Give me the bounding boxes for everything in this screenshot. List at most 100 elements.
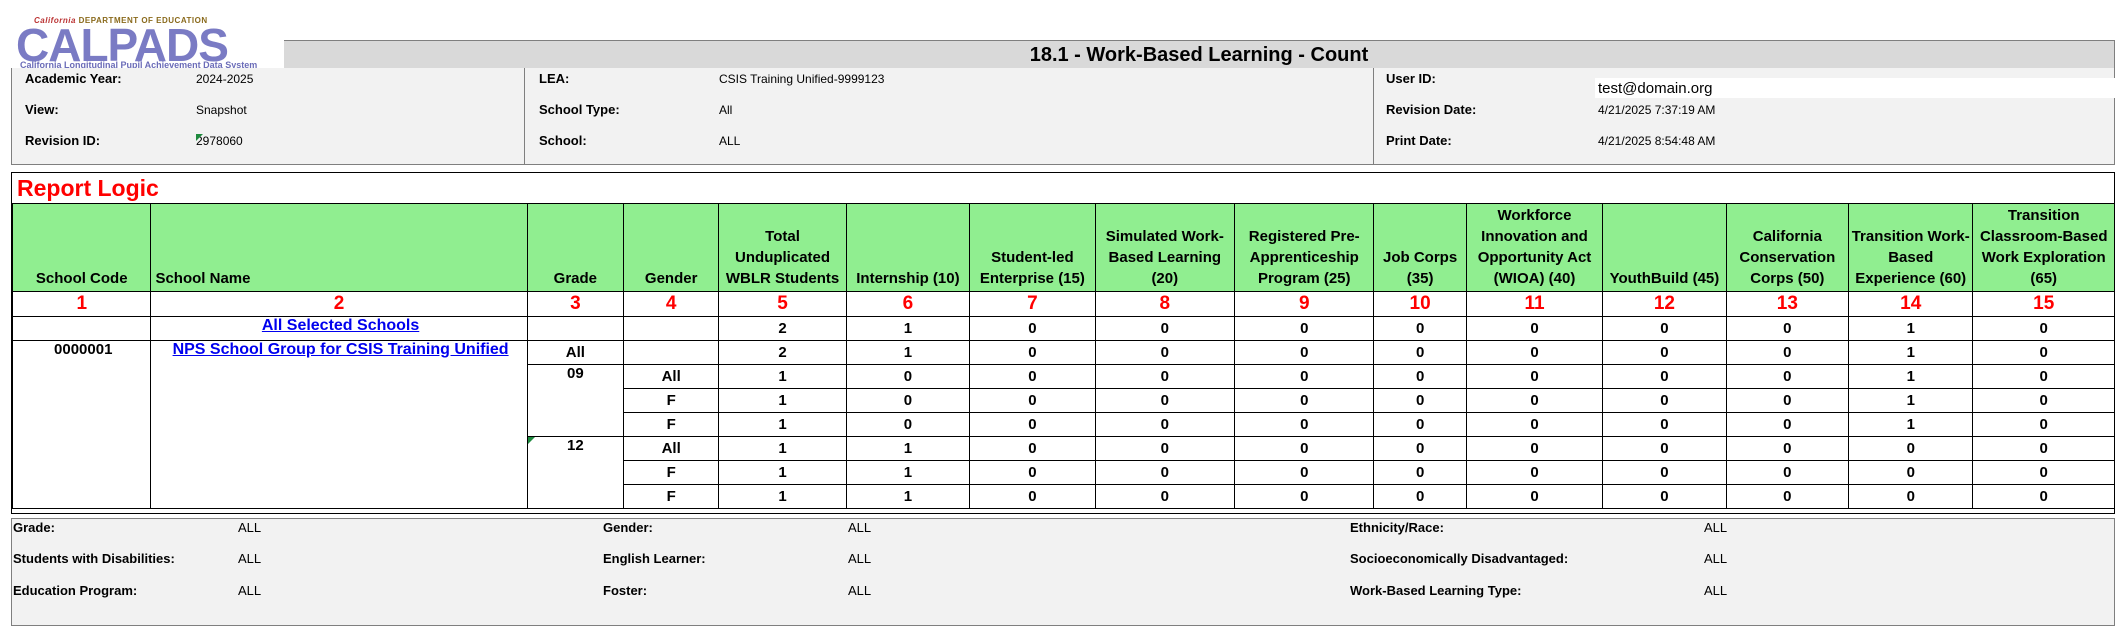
- report-title-bar: 18.1 - Work-Based Learning - Count: [284, 40, 2115, 69]
- col-number: 7: [969, 291, 1096, 317]
- value-cell: 0: [1972, 436, 2115, 461]
- value-cell: 0: [1373, 316, 1467, 341]
- col-number: 1: [11, 291, 152, 317]
- value-cell: 0: [1972, 364, 2115, 389]
- column-number-row: 1 2 3 4 5 6 7 8 9 10 11 12 13 14 15: [11, 291, 2115, 317]
- value-cell: 0: [1972, 412, 2115, 437]
- col-number: 13: [1725, 291, 1850, 317]
- table-row: 0000001 NPS School Group for CSIS Traini…: [11, 340, 2115, 509]
- value-cell: 2: [718, 340, 847, 365]
- value-cell: 0: [969, 412, 1096, 437]
- value-cell: 0: [1725, 316, 1850, 341]
- filter-swd-label: Students with Disabilities:: [13, 551, 175, 566]
- value-cell: 0: [1373, 340, 1467, 365]
- value-cell: 2: [718, 316, 847, 341]
- school-label: School:: [539, 133, 587, 148]
- view-value: Snapshot: [196, 103, 247, 117]
- value-cell: 0: [1602, 316, 1727, 341]
- school-name-link[interactable]: NPS School Group for CSIS Training Unifi…: [173, 341, 509, 358]
- value-cell: 0: [1094, 484, 1236, 509]
- value-cell: 0: [1094, 316, 1236, 341]
- filter-grade-label: Grade:: [13, 520, 55, 535]
- filter-edprog-label: Education Program:: [13, 583, 138, 598]
- school-name-cell[interactable]: NPS School Group for CSIS Training Unifi…: [150, 340, 528, 509]
- all-selected-schools-link[interactable]: All Selected Schools: [262, 317, 419, 334]
- value-cell: 0: [1373, 460, 1467, 485]
- filter-wbl-type-label: Work-Based Learning Type:: [1350, 583, 1522, 598]
- value-cell: 0: [1465, 388, 1604, 413]
- grade-cell: 12: [526, 436, 625, 509]
- value-cell: 0: [1602, 460, 1727, 485]
- academic-year-label: Academic Year:: [25, 71, 122, 86]
- value-cell: 0: [1373, 436, 1467, 461]
- filter-sed-value: ALL: [1704, 551, 1728, 566]
- filter-el-value: ALL: [848, 551, 872, 566]
- report-logic-title: Report Logic: [17, 175, 159, 201]
- col-number: 11: [1465, 291, 1604, 317]
- school-type-value: All: [719, 103, 733, 117]
- value-cell: 0: [1234, 388, 1375, 413]
- value-cell: 0: [845, 364, 971, 389]
- grade-cell: [526, 316, 625, 341]
- filter-gender-label: Gender:: [603, 520, 653, 535]
- grade-value: 12: [527, 437, 623, 454]
- value-cell: 0: [969, 316, 1096, 341]
- report-header: Academic Year: 2024-2025 View: Snapshot …: [11, 68, 2123, 165]
- value-cell: 1: [1848, 412, 1974, 437]
- value-cell: 1: [845, 460, 971, 485]
- filter-grade-value: ALL: [238, 520, 262, 535]
- print-date-label: Print Date:: [1386, 133, 1452, 148]
- school-name-cell[interactable]: All Selected Schools: [150, 316, 528, 341]
- col-header: School Name: [150, 203, 528, 292]
- filter-sed-label: Socioeconomically Disadvantaged:: [1350, 551, 1569, 566]
- gender-cell: F: [623, 412, 720, 437]
- value-cell: 0: [1094, 364, 1236, 389]
- report-filters: Grade: ALL Gender: ALL Ethnicity/Race: A…: [11, 518, 2115, 626]
- value-cell: 0: [969, 340, 1096, 365]
- filter-gender-value: ALL: [848, 520, 872, 535]
- filter-foster-value: ALL: [848, 583, 872, 598]
- value-cell: 0: [1373, 484, 1467, 509]
- col-number: 9: [1234, 291, 1375, 317]
- filter-swd-value: ALL: [238, 551, 262, 566]
- grade-cell: All: [526, 340, 625, 365]
- col-header: School Code: [11, 203, 152, 292]
- col-number: 5: [718, 291, 847, 317]
- col-header: Internship (10): [845, 203, 971, 292]
- value-cell: 0: [845, 388, 971, 413]
- value-cell: 0: [1972, 316, 2115, 341]
- value-cell: 0: [969, 436, 1096, 461]
- filter-el-label: English Learner:: [603, 551, 706, 566]
- value-cell: 0: [1234, 340, 1375, 365]
- col-header: Workforce Innovation and Opportunity Act…: [1465, 203, 1604, 292]
- value-cell: 0: [1725, 412, 1850, 437]
- school-value: ALL: [719, 134, 741, 148]
- value-cell: 0: [1972, 484, 2115, 509]
- grade-cell: 09: [526, 364, 625, 437]
- col-header: Transition Classroom-Based Work Explorat…: [1972, 203, 2115, 292]
- lea-label: LEA:: [539, 71, 570, 86]
- value-cell: 0: [969, 484, 1096, 509]
- value-cell: 0: [1725, 436, 1850, 461]
- value-cell: 1: [1848, 388, 1974, 413]
- value-cell: 0: [1234, 316, 1375, 341]
- col-header: Transition Work-Based Experience (60): [1848, 203, 1974, 292]
- school-code-cell: [11, 316, 152, 341]
- value-cell: 0: [1602, 436, 1727, 461]
- value-cell: 0: [1602, 412, 1727, 437]
- value-cell: 0: [1602, 484, 1727, 509]
- revision-id-value: 2978060: [196, 134, 243, 148]
- value-cell: 0: [1094, 412, 1236, 437]
- value-cell: 0: [1234, 412, 1375, 437]
- view-label: View:: [25, 102, 59, 117]
- value-cell: 1: [718, 436, 847, 461]
- value-cell: 0: [1465, 316, 1604, 341]
- value-cell: 0: [1725, 364, 1850, 389]
- value-cell: 0: [969, 460, 1096, 485]
- value-cell: 0: [1373, 364, 1467, 389]
- value-cell: 0: [845, 412, 971, 437]
- value-cell: 0: [1972, 388, 2115, 413]
- value-cell: 0: [1465, 460, 1604, 485]
- gender-cell: All: [623, 436, 720, 461]
- col-header: Job Corps (35): [1373, 203, 1467, 292]
